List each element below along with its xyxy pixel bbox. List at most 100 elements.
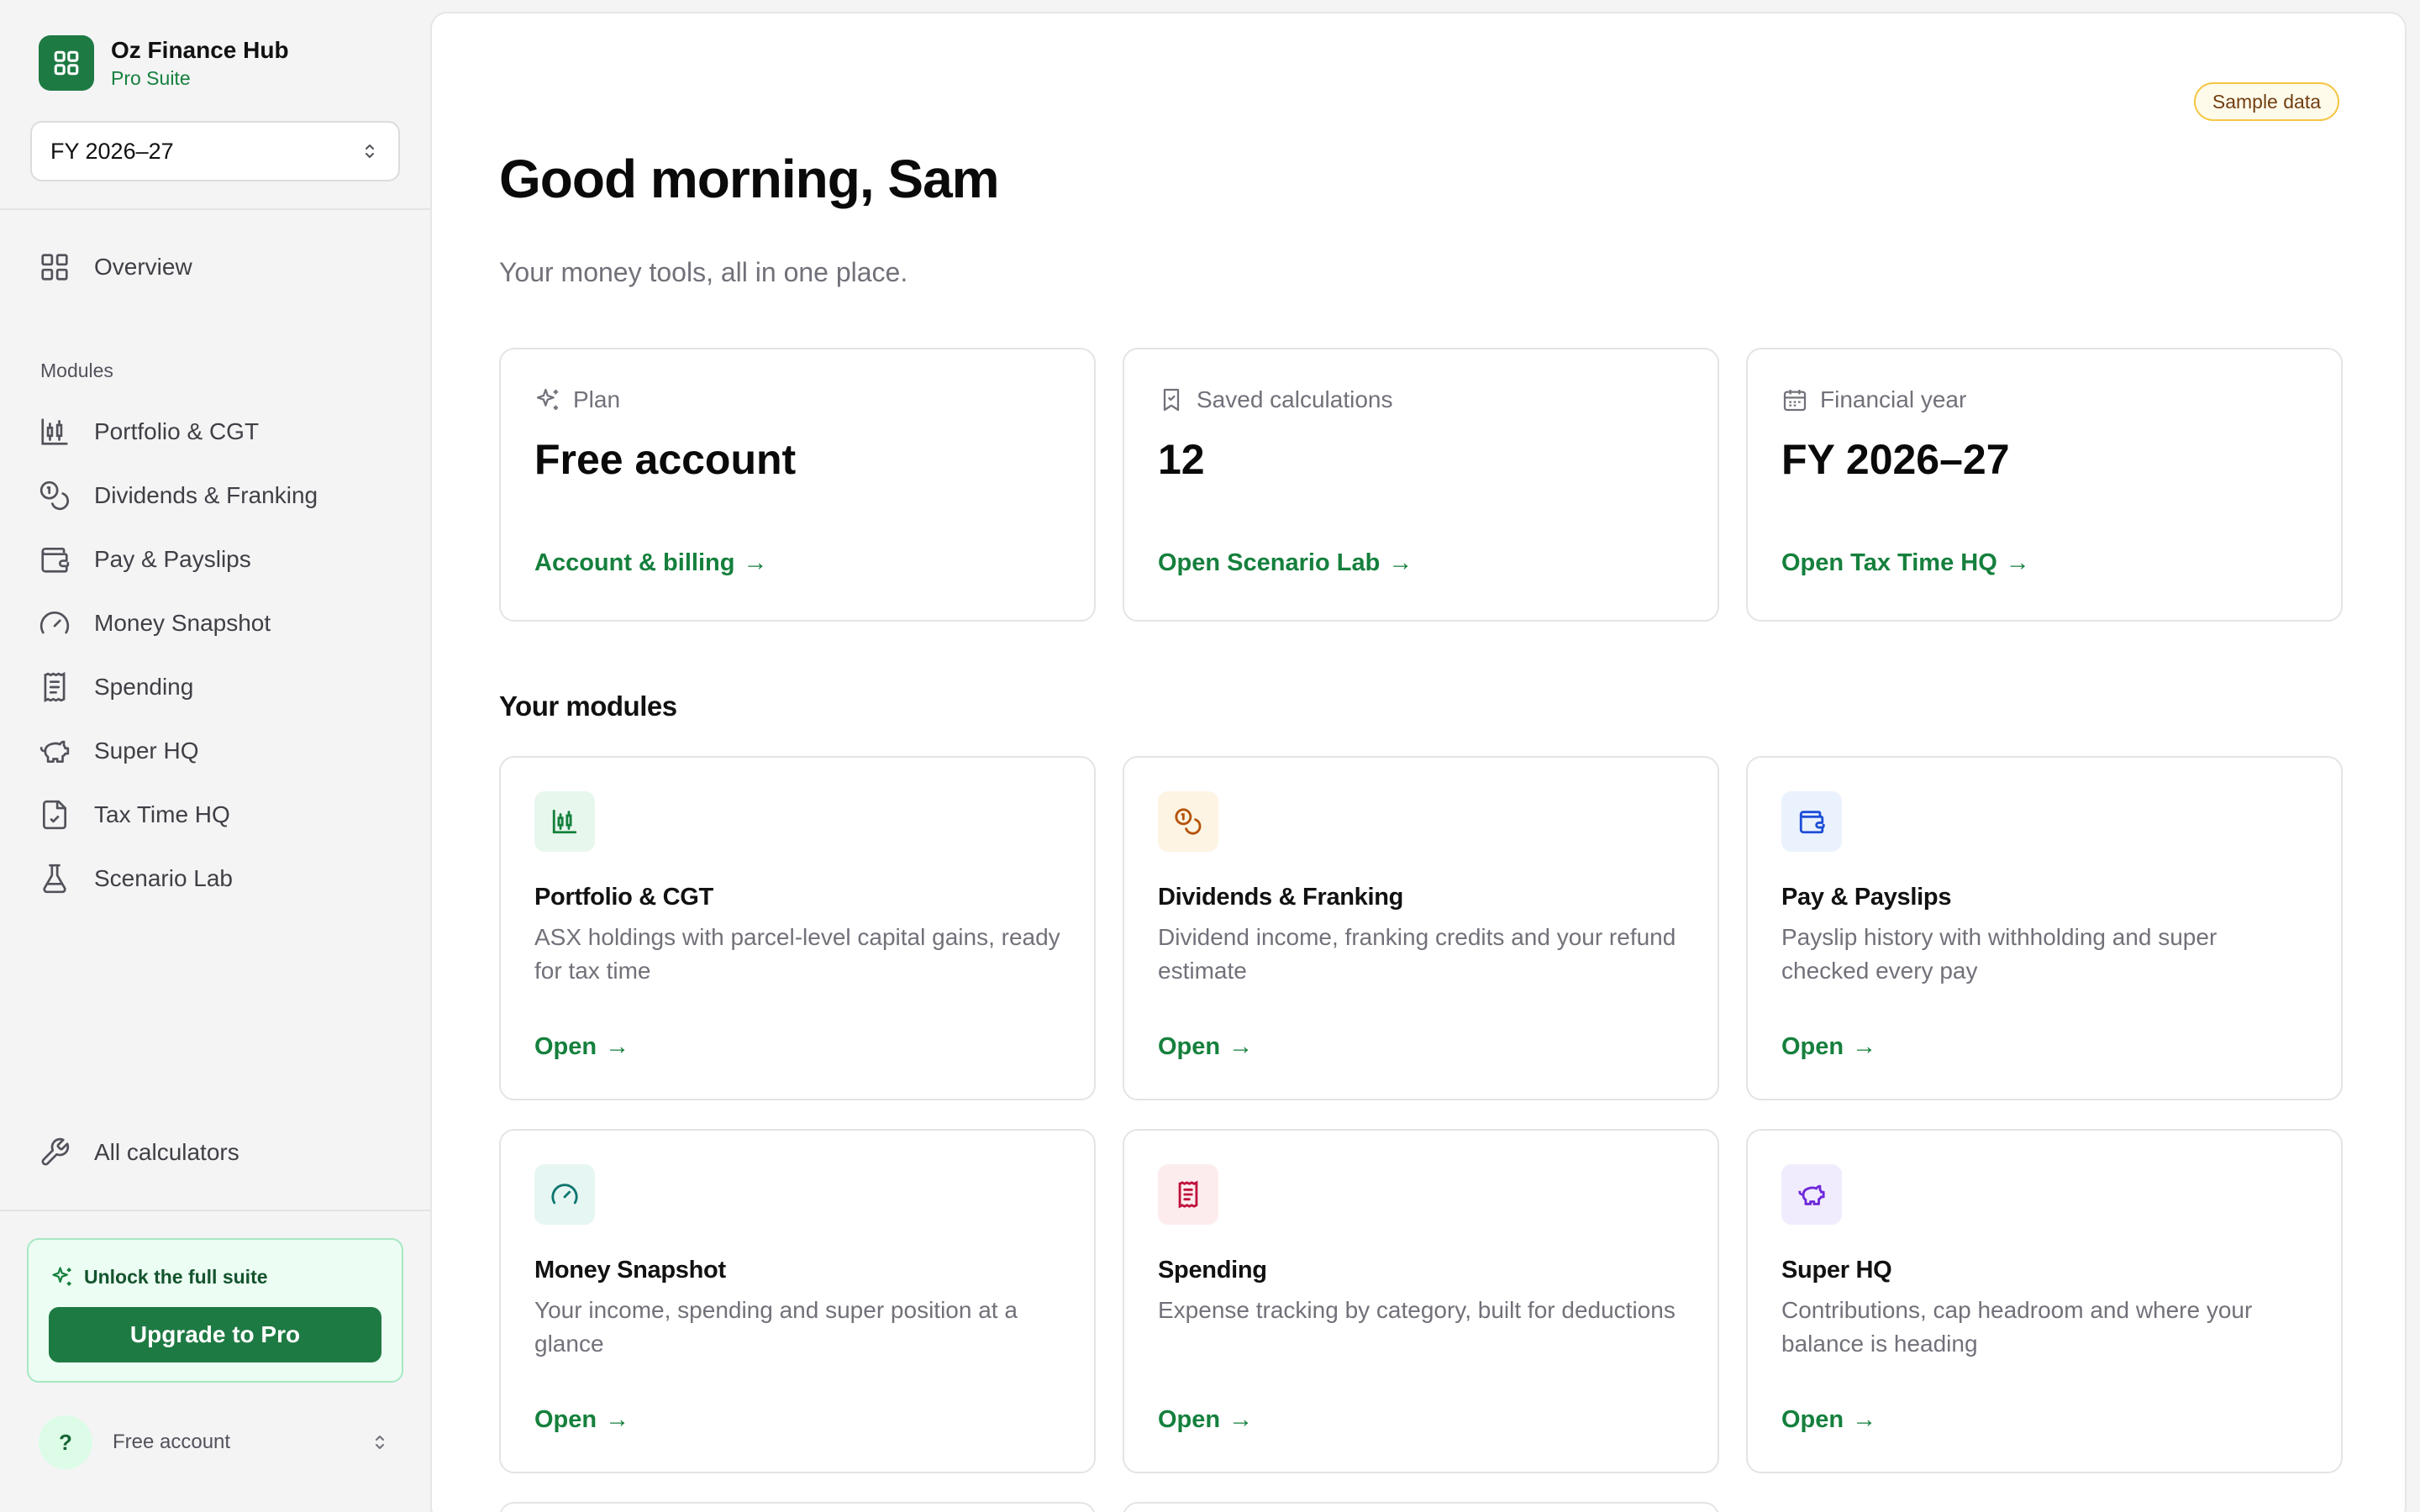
nav-tax-time-hq[interactable]: Tax Time HQ [39,790,400,840]
nav-item-label: Scenario Lab [94,865,234,891]
nav-item-label: Super HQ [94,738,199,764]
flask-icon [43,864,66,894]
sparkles-icon [536,388,558,410]
nav-super-hq[interactable]: Super HQ [39,726,400,776]
module-card-spending[interactable]: Spending Expense tracking by category, b… [1123,1129,1719,1473]
receipt-icon [1158,1164,1218,1225]
arrow-right-icon: → [1852,1033,1877,1060]
module-title: Money Snapshot [534,1257,726,1284]
arrow-right-icon: → [1388,549,1413,576]
stat-card-plan: Plan Free account Account & billing → [499,348,1096,622]
wrench-icon [41,1137,70,1166]
nav-item-label: Tax Time HQ [94,801,230,827]
account-switcher[interactable]: ? Free account [39,1415,400,1470]
modules-section-title: Your modules [499,690,677,722]
bookmark-icon [1163,388,1180,412]
fy-select-value: FY 2026–27 [50,138,174,164]
nav-money-snapshot[interactable]: Money Snapshot [39,598,400,648]
module-open-link[interactable]: Open → [1781,1033,1876,1061]
brand-name: Oz Finance Hub [111,37,289,63]
upgrade-title: Unlock the full suite [84,1265,268,1288]
nav-spending[interactable]: Spending [39,662,400,712]
chevrons-up-down-icon [366,144,374,158]
arrow-right-icon: → [1852,1406,1877,1433]
nav-scenario-lab[interactable]: Scenario Lab [39,853,400,904]
sidebar-divider [0,208,430,210]
nav-dividends-franking[interactable]: Dividends & Franking [39,470,400,521]
arrow-right-icon: → [2005,549,2030,576]
module-card-portfolio-cgt[interactable]: Portfolio & CGT ASX holdings with parcel… [499,756,1096,1100]
arrow-right-icon: → [1228,1033,1254,1060]
module-description: Contributions, cap headroom and where yo… [1781,1297,2253,1357]
module-description: Your income, spending and super position… [534,1297,1018,1357]
brand-tier: Pro Suite [111,67,191,89]
module-open-link[interactable]: Open → [1158,1033,1253,1061]
nav-item-label: Portfolio & CGT [94,418,260,444]
module-title: Pay & Payslips [1781,884,1952,911]
module-description: Expense tracking by category, built for … [1158,1297,1676,1323]
stat-label: Financial year [1820,386,1967,412]
stat-link-label: Open Tax Time HQ [1781,549,1997,576]
stat-label: Saved calculations [1197,386,1393,412]
stat-value: FY 2026–27 [1781,436,2010,483]
stat-label: Plan [573,386,621,412]
wallet-icon [41,547,70,573]
module-open-label: Open [1158,1033,1221,1060]
nav-pay-payslips[interactable]: Pay & Payslips [39,534,400,585]
chevrons-up-down-icon [376,1436,384,1449]
gauge-icon [39,612,70,634]
module-card-dividends-franking[interactable]: Dividends & Franking Dividend income, fr… [1123,756,1719,1100]
module-card-super-hq[interactable]: Super HQ Contributions, cap headroom and… [1746,1129,2343,1473]
brand[interactable]: Oz Finance Hub Pro Suite [39,35,289,91]
nav-all-calculators-label: All calculators [94,1139,239,1165]
candlestick-chart-icon [41,418,68,445]
module-description: Dividend income, franking credits and yo… [1158,924,1676,984]
module-card-next[interactable] [1123,1502,1719,1512]
arrow-right-icon: → [743,549,768,576]
page-title: Good morning, Sam [499,149,1000,209]
sparkles-icon [52,1267,71,1286]
module-title: Portfolio & CGT [534,884,713,911]
arrow-right-icon: → [605,1406,630,1433]
module-open-link[interactable]: Open → [1158,1406,1253,1434]
upgrade-card: Unlock the full suite Upgrade to Pro [27,1238,403,1383]
nav-all-calculators[interactable]: All calculators [39,1127,400,1178]
coins-icon [39,480,69,511]
nav-overview[interactable]: Overview [39,242,400,292]
module-card-next[interactable] [499,1502,1096,1512]
layout-grid-icon [41,254,68,281]
module-title: Super HQ [1781,1257,1892,1284]
stat-card-saved-calculations: Saved calculations 12 Open Scenario Lab … [1123,348,1719,622]
module-open-label: Open [1781,1033,1844,1060]
piggy-bank-icon [1781,1164,1842,1225]
module-open-link[interactable]: Open → [534,1406,629,1434]
nav-item-label: Spending [94,674,194,700]
nav-portfolio-cgt[interactable]: Portfolio & CGT [39,407,400,457]
stat-value: Free account [534,436,797,483]
module-card-money-snapshot[interactable]: Money Snapshot Your income, spending and… [499,1129,1096,1473]
file-icon [42,800,67,830]
candlestick-chart-icon [534,791,595,852]
stat-card-financial-year: Financial year FY 2026–27 Open Tax Time … [1746,348,2343,622]
module-title: Spending [1158,1257,1267,1284]
nav-item-label: Dividends & Franking [94,482,318,508]
module-open-link[interactable]: Open → [1781,1406,1876,1434]
open-scenario-lab-link[interactable]: Open Scenario Lab → [1158,549,1413,577]
arrow-right-icon: → [605,1033,630,1060]
stat-link-label: Open Scenario Lab [1158,549,1381,576]
wallet-icon [1781,791,1842,852]
main-panel: Sample data Good morning, Sam Your money… [430,12,2407,1512]
upgrade-to-pro-button[interactable]: Upgrade to Pro [49,1307,381,1362]
module-description: ASX holdings with parcel-level capital g… [534,924,1060,984]
arrow-right-icon: → [1228,1406,1254,1433]
module-open-label: Open [534,1406,597,1433]
account-billing-link[interactable]: Account & billing → [534,549,767,577]
module-open-link[interactable]: Open → [534,1033,629,1061]
nav-item-label: Pay & Payslips [94,546,251,572]
module-open-label: Open [534,1033,597,1060]
open-tax-time-hq-link[interactable]: Open Tax Time HQ → [1781,549,2030,577]
receipt-icon [44,671,66,703]
fy-select[interactable]: FY 2026–27 [30,121,400,181]
stat-value: 12 [1158,436,1205,483]
module-card-pay-payslips[interactable]: Pay & Payslips Payslip history with with… [1746,756,2343,1100]
